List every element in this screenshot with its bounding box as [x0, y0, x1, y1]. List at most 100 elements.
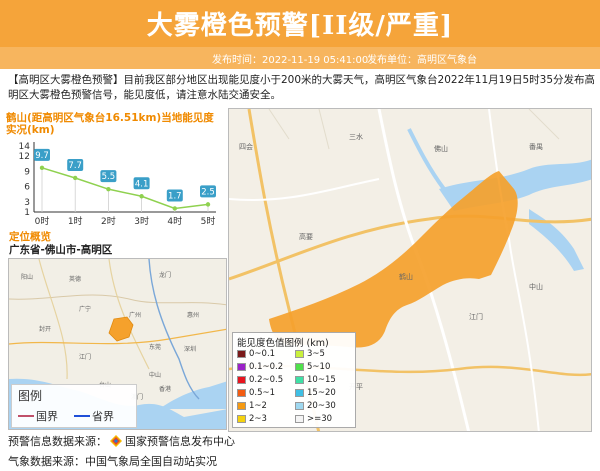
- legend-swatch-label: 0.5~1: [249, 388, 276, 398]
- svg-text:中山: 中山: [149, 371, 161, 379]
- y-tick-label: 12: [19, 152, 30, 162]
- data-point: [172, 206, 177, 211]
- data-label: 4.1: [135, 179, 149, 189]
- legend-swatch: [237, 389, 246, 397]
- visibility-legend: 能见度色值图例 (km) 0~0.1 0.1~0.2 0.2~0.5 0.5~1 1~2…: [232, 332, 356, 428]
- legend-swatch: [295, 376, 304, 384]
- visibility-legend-item: 0.2~0.5: [237, 375, 283, 385]
- legend-swatch-label: 2~3: [249, 414, 267, 424]
- overview-map-legend: 图例 国界 省界: [11, 384, 137, 428]
- national-border-icon: [18, 415, 34, 417]
- svg-text:英德: 英德: [69, 275, 81, 283]
- legend-swatch: [295, 402, 304, 410]
- legend-swatch-label: 0~0.1: [249, 349, 276, 359]
- data-point: [73, 175, 78, 181]
- visibility-legend-item: 0~0.1: [237, 349, 275, 359]
- x-tick-label: 3时: [134, 215, 149, 227]
- x-tick-label: 0时: [35, 215, 50, 227]
- visibility-legend-item: 3~5: [295, 349, 325, 359]
- legend-swatch-label: 10~15: [307, 375, 336, 385]
- visibility-legend-item: 20~30: [295, 401, 336, 411]
- x-tick-label: 2时: [101, 215, 116, 227]
- warning-notice: 【高明区大雾橙色预警】目前我区部分地区出现能见度小于200米的大雾天气，高明区气…: [8, 74, 596, 101]
- y-tick-label: 14: [19, 142, 31, 152]
- visibility-legend-item: 5~10: [295, 362, 330, 372]
- svg-text:惠州: 惠州: [187, 311, 199, 319]
- svg-text:高要: 高要: [299, 232, 313, 241]
- warning-center-logo-icon: [110, 435, 122, 447]
- svg-text:佛山: 佛山: [434, 144, 448, 153]
- data-label: 2.5: [201, 187, 215, 197]
- visibility-legend-item: 2~3: [237, 414, 267, 424]
- visibility-legend-title: 能见度色值图例 (km): [237, 338, 329, 349]
- svg-text:四会: 四会: [239, 142, 253, 151]
- svg-text:江门: 江门: [79, 353, 91, 361]
- data-point: [106, 186, 111, 192]
- svg-text:广州: 广州: [129, 311, 141, 319]
- legend-swatch-label: 1~2: [249, 401, 267, 411]
- visibility-legend-item: 10~15: [295, 375, 336, 385]
- weather-source-label: 气象数据来源：中国气象局全国自动站实况: [8, 455, 217, 468]
- legend-swatch: [295, 415, 304, 423]
- legend-swatch: [295, 363, 304, 371]
- legend-swatch-label: 5~10: [307, 362, 331, 372]
- x-tick-label: 1时: [68, 215, 83, 227]
- legend-swatch-label: 15~20: [307, 388, 336, 398]
- visibility-legend-item: 0.5~1: [237, 388, 275, 398]
- legend-swatch-label: 20~30: [307, 401, 336, 411]
- legend-swatch-label: 0.2~0.5: [249, 375, 284, 385]
- legend-swatch-label: 0.1~0.2: [249, 362, 284, 372]
- warning-source-name: 国家预警信息发布中心: [125, 435, 235, 448]
- x-tick-label: 4时: [167, 215, 182, 227]
- publisher: 发布单位：高明区气象台: [367, 55, 477, 66]
- weather-source: 气象数据来源：中国气象局全国自动站实况: [8, 453, 217, 469]
- data-point: [139, 194, 144, 199]
- warning-title: 大雾橙色预警[II级/严重]: [146, 11, 454, 41]
- svg-text:江门: 江门: [469, 312, 483, 321]
- visibility-chart: 13 6 9 1214 9.7 0时 7.7 1时 5.5 2时 4.1 3时 1.7 4时 2.5 5时: [19, 142, 216, 227]
- location-value: 广东省-佛山市-高明区: [9, 244, 113, 256]
- data-label: 9.7: [35, 151, 49, 161]
- visibility-legend-item: 15~20: [295, 388, 336, 398]
- warning-source-label: 预警信息数据来源：: [8, 435, 107, 448]
- y-tick-label: 3: [24, 198, 30, 208]
- svg-text:中山: 中山: [529, 282, 543, 291]
- legend-swatch-label: 3~5: [307, 349, 325, 359]
- legend-national-border: 国界: [36, 410, 58, 423]
- publish-time: 发布时间：2022-11-19 05:41:00: [212, 55, 369, 66]
- data-point: [205, 202, 211, 207]
- svg-text:东莞: 东莞: [149, 343, 161, 351]
- svg-text:番禺: 番禺: [529, 143, 543, 151]
- svg-text:鹤山: 鹤山: [399, 272, 413, 281]
- svg-text:龙门: 龙门: [159, 271, 171, 279]
- legend-swatch: [295, 389, 304, 397]
- legend-swatch: [295, 350, 304, 358]
- legend-swatch: [237, 376, 246, 384]
- svg-text:广宁: 广宁: [79, 305, 91, 313]
- legend-swatch: [237, 350, 246, 358]
- visibility-legend-item: >=30: [295, 414, 332, 424]
- legend-title: 图例: [18, 389, 43, 403]
- svg-text:封开: 封开: [39, 325, 51, 333]
- svg-text:香港: 香港: [159, 385, 171, 393]
- x-tick-label: 5时: [201, 215, 216, 227]
- visibility-legend-item: 1~2: [237, 401, 267, 411]
- legend-province-border: 省界: [92, 410, 114, 423]
- legend-swatch: [237, 402, 246, 410]
- legend-swatch-label: >=30: [307, 414, 333, 424]
- data-point: [39, 165, 45, 171]
- svg-text:阳山: 阳山: [21, 273, 33, 281]
- y-tick-label: 1: [24, 208, 30, 218]
- province-border-icon: [74, 415, 90, 417]
- svg-text:深圳: 深圳: [184, 345, 196, 353]
- data-label: 5.5: [102, 172, 116, 182]
- svg-text:三水: 三水: [349, 132, 363, 141]
- legend-swatch: [237, 415, 246, 423]
- data-label: 7.7: [68, 161, 82, 171]
- y-tick-label: 9: [24, 167, 30, 177]
- visibility-legend-item: 0.1~0.2: [237, 362, 283, 372]
- warning-meta-bar: 发布时间：2022-11-19 05:41:00 发布单位：高明区气象台: [0, 47, 600, 69]
- warning-header: 大雾橙色预警[II级/严重]: [0, 0, 600, 47]
- series-line: [41, 167, 209, 210]
- legend-swatch: [237, 363, 246, 371]
